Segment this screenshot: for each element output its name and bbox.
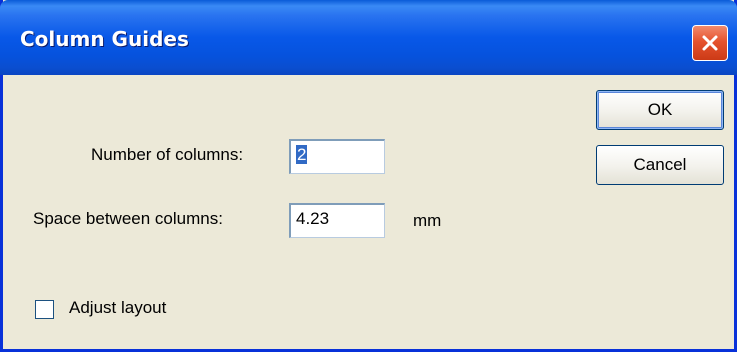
number-of-columns-value: 2 [296,145,308,164]
ok-button-label: OK [647,100,673,119]
space-between-columns-value: 4.23 [296,209,330,228]
number-of-columns-label: Number of columns: [91,145,244,164]
ok-button[interactable]: OK [596,90,724,130]
dialog-title: Column Guides [20,27,189,51]
title-bar[interactable]: Column Guides [0,0,737,75]
space-between-columns-input[interactable]: 4.23 [289,203,385,238]
close-icon [702,35,718,51]
column-guides-dialog: Column Guides Number of columns: 2 Space… [0,0,737,352]
cancel-button-label: Cancel [633,155,687,174]
space-unit-label: mm [413,211,442,230]
cancel-button[interactable]: Cancel [596,145,724,185]
number-of-columns-input[interactable]: 2 [289,139,385,174]
space-between-columns-label: Space between columns: [33,209,223,228]
adjust-layout-label[interactable]: Adjust layout [69,298,166,318]
adjust-layout-checkbox[interactable] [35,300,54,319]
close-button[interactable] [692,25,728,61]
